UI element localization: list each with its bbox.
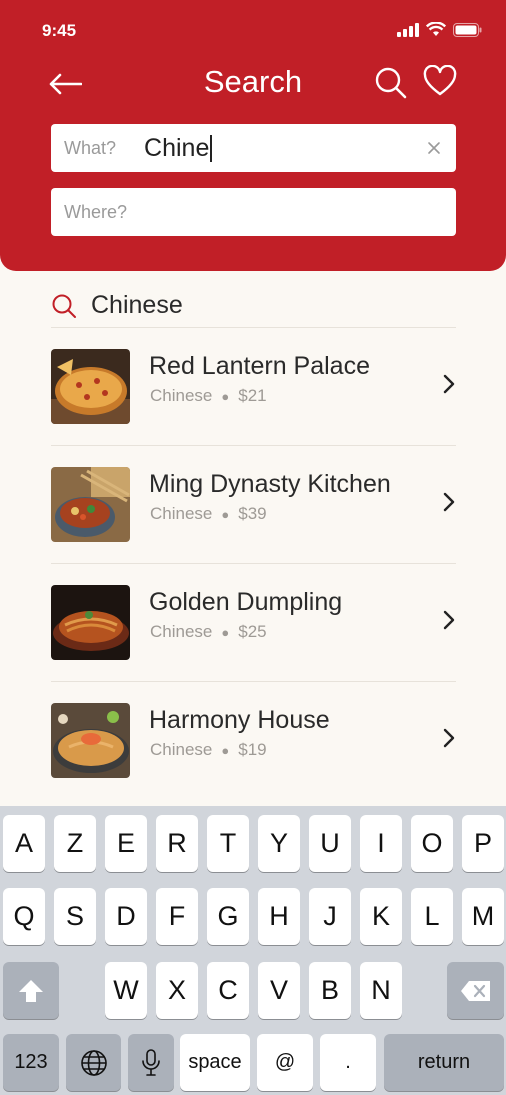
- restaurant-price: $39: [238, 504, 267, 523]
- restaurant-name: Ming Dynasty Kitchen: [149, 470, 391, 498]
- key-w[interactable]: W: [105, 962, 147, 1019]
- key-d[interactable]: D: [105, 888, 147, 945]
- key-o[interactable]: O: [411, 815, 453, 872]
- delete-key[interactable]: [447, 962, 504, 1019]
- chevron-right-icon: [443, 610, 455, 630]
- search-icon: [375, 67, 407, 99]
- wifi-icon: [426, 22, 446, 36]
- list-item[interactable]: Red Lantern Palace Chinese ● $21: [51, 328, 456, 446]
- microphone-icon: [142, 1048, 160, 1076]
- search-icon: [52, 294, 76, 318]
- restaurant-price: $21: [238, 386, 267, 405]
- chevron-right-icon: [443, 374, 455, 394]
- list-item[interactable]: Golden Dumpling Chinese ● $25: [51, 564, 456, 682]
- key-e[interactable]: E: [105, 815, 147, 872]
- restaurant-name: Harmony House: [149, 706, 330, 734]
- battery-icon: [453, 22, 482, 37]
- restaurant-meta: Chinese ● $39: [150, 504, 267, 524]
- globe-icon: [80, 1049, 107, 1076]
- where-field[interactable]: Where?: [51, 188, 456, 236]
- restaurant-meta: Chinese ● $19: [150, 740, 267, 760]
- key-g[interactable]: G: [207, 888, 249, 945]
- restaurant-price: $19: [238, 740, 267, 759]
- restaurant-name: Red Lantern Palace: [149, 352, 370, 380]
- key-y[interactable]: Y: [258, 815, 300, 872]
- close-icon: [428, 142, 440, 154]
- key-l[interactable]: L: [411, 888, 453, 945]
- key-b[interactable]: B: [309, 962, 351, 1019]
- restaurant-meta: Chinese ● $21: [150, 386, 267, 406]
- numbers-key[interactable]: 123: [3, 1034, 59, 1091]
- key-v[interactable]: V: [258, 962, 300, 1019]
- key-t[interactable]: T: [207, 815, 249, 872]
- where-placeholder: Where?: [64, 201, 128, 222]
- restaurant-cuisine: Chinese: [150, 504, 213, 523]
- favorites-button[interactable]: [423, 64, 459, 99]
- key-n[interactable]: N: [360, 962, 402, 1019]
- what-field[interactable]: What? Chine: [51, 124, 456, 172]
- shift-key[interactable]: [3, 962, 59, 1019]
- key-a[interactable]: A: [3, 815, 45, 872]
- key-m[interactable]: M: [462, 888, 504, 945]
- key-h[interactable]: H: [258, 888, 300, 945]
- list-item[interactable]: Ming Dynasty Kitchen Chinese ● $39: [51, 446, 456, 564]
- restaurant-photo: [51, 349, 130, 424]
- restaurant-photo: [51, 467, 130, 542]
- heart-icon: [423, 64, 457, 96]
- key-r[interactable]: R: [156, 815, 198, 872]
- restaurant-price: $25: [238, 622, 267, 641]
- key-u[interactable]: U: [309, 815, 351, 872]
- space-key[interactable]: space: [180, 1034, 250, 1091]
- header: 9:45 Search What? Chine Where?: [0, 0, 506, 271]
- list-item[interactable]: Harmony House Chinese ● $19: [51, 682, 456, 800]
- key-j[interactable]: J: [309, 888, 351, 945]
- results-list: Red Lantern Palace Chinese ● $21 Ming Dy…: [51, 328, 456, 800]
- keyboard: A Z E R T Y U I O P Q S D F G H J K L M …: [0, 806, 506, 1095]
- period-key[interactable]: .: [320, 1034, 376, 1091]
- separator-dot: ●: [221, 742, 230, 758]
- restaurant-meta: Chinese ● $25: [150, 622, 267, 642]
- chevron-right-icon: [443, 492, 455, 512]
- text-caret: [210, 135, 212, 163]
- at-key[interactable]: @: [257, 1034, 313, 1091]
- key-c[interactable]: C: [207, 962, 249, 1019]
- restaurant-photo: [51, 703, 130, 778]
- suggestion-text: Chinese: [91, 291, 183, 319]
- key-p[interactable]: P: [462, 815, 504, 872]
- header-search-button[interactable]: [374, 66, 408, 100]
- status-icons: [397, 22, 482, 37]
- what-label: What?: [64, 137, 117, 158]
- status-time: 9:45: [42, 21, 77, 40]
- separator-dot: ●: [221, 624, 230, 640]
- restaurant-cuisine: Chinese: [150, 740, 213, 759]
- backspace-icon: [460, 980, 490, 1001]
- key-q[interactable]: Q: [3, 888, 45, 945]
- search-suggestion[interactable]: Chinese: [51, 284, 456, 328]
- return-key[interactable]: return: [384, 1034, 504, 1091]
- signal-icon: [397, 22, 419, 37]
- key-z[interactable]: Z: [54, 815, 96, 872]
- chevron-right-icon: [443, 728, 455, 748]
- restaurant-cuisine: Chinese: [150, 386, 213, 405]
- what-input-value[interactable]: Chine: [144, 134, 212, 163]
- shift-icon: [19, 979, 43, 1002]
- key-i[interactable]: I: [360, 815, 402, 872]
- restaurant-name: Golden Dumpling: [149, 588, 343, 616]
- restaurant-cuisine: Chinese: [150, 622, 213, 641]
- key-f[interactable]: F: [156, 888, 198, 945]
- globe-key[interactable]: [66, 1034, 121, 1091]
- key-k[interactable]: K: [360, 888, 402, 945]
- dictation-key[interactable]: [128, 1034, 174, 1091]
- separator-dot: ●: [221, 388, 230, 404]
- clear-button[interactable]: [424, 138, 444, 158]
- key-s[interactable]: S: [54, 888, 96, 945]
- restaurant-photo: [51, 585, 130, 660]
- key-x[interactable]: X: [156, 962, 198, 1019]
- separator-dot: ●: [221, 506, 230, 522]
